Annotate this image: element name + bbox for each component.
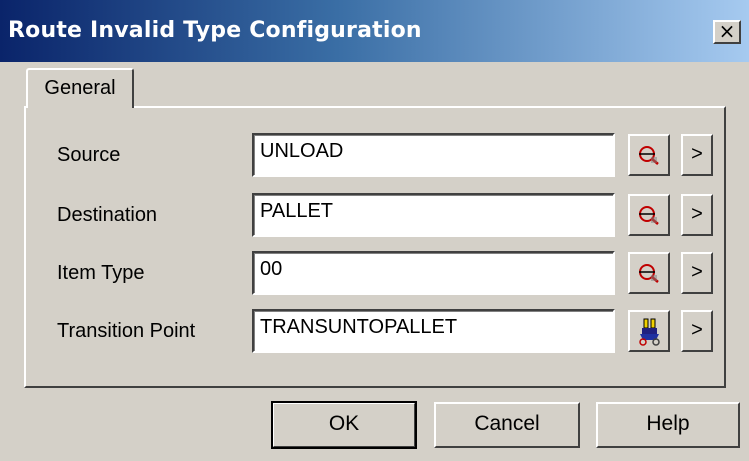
- source-field[interactable]: UNLOAD: [252, 133, 615, 177]
- close-icon: ×: [718, 19, 736, 43]
- transition-point-field[interactable]: TRANSUNTOPALLET: [252, 309, 615, 353]
- lookup-icon: [639, 146, 659, 165]
- item-type-lookup-button[interactable]: [628, 252, 670, 294]
- title-bar[interactable]: Route Invalid Type Configuration ×: [0, 0, 749, 62]
- item-type-field[interactable]: 00: [252, 251, 615, 295]
- destination-lookup-button[interactable]: [628, 194, 670, 236]
- transition-point-button[interactable]: [628, 310, 670, 352]
- ok-button[interactable]: OK: [271, 401, 417, 449]
- destination-arrow-button[interactable]: >: [681, 194, 713, 236]
- transition-point-icon: [639, 318, 660, 346]
- lookup-icon: [639, 206, 659, 225]
- transition-point-arrow-button[interactable]: >: [681, 310, 713, 352]
- dialog-window: Route Invalid Type Configuration × Gener…: [0, 0, 749, 461]
- source-arrow-button[interactable]: >: [681, 134, 713, 176]
- cancel-button[interactable]: Cancel: [434, 402, 580, 448]
- source-lookup-button[interactable]: [628, 134, 670, 176]
- item-type-arrow-button[interactable]: >: [681, 252, 713, 294]
- destination-label: Destination: [57, 204, 158, 226]
- lookup-icon: [639, 264, 659, 283]
- close-button[interactable]: ×: [713, 20, 741, 44]
- destination-field[interactable]: PALLET: [252, 193, 615, 237]
- window-title: Route Invalid Type Configuration: [8, 18, 422, 43]
- item-type-label: Item Type: [57, 262, 145, 284]
- help-button[interactable]: Help: [596, 402, 740, 448]
- source-label: Source: [57, 144, 121, 166]
- tab-general[interactable]: General: [26, 68, 134, 108]
- transition-point-label: Transition Point: [57, 320, 196, 342]
